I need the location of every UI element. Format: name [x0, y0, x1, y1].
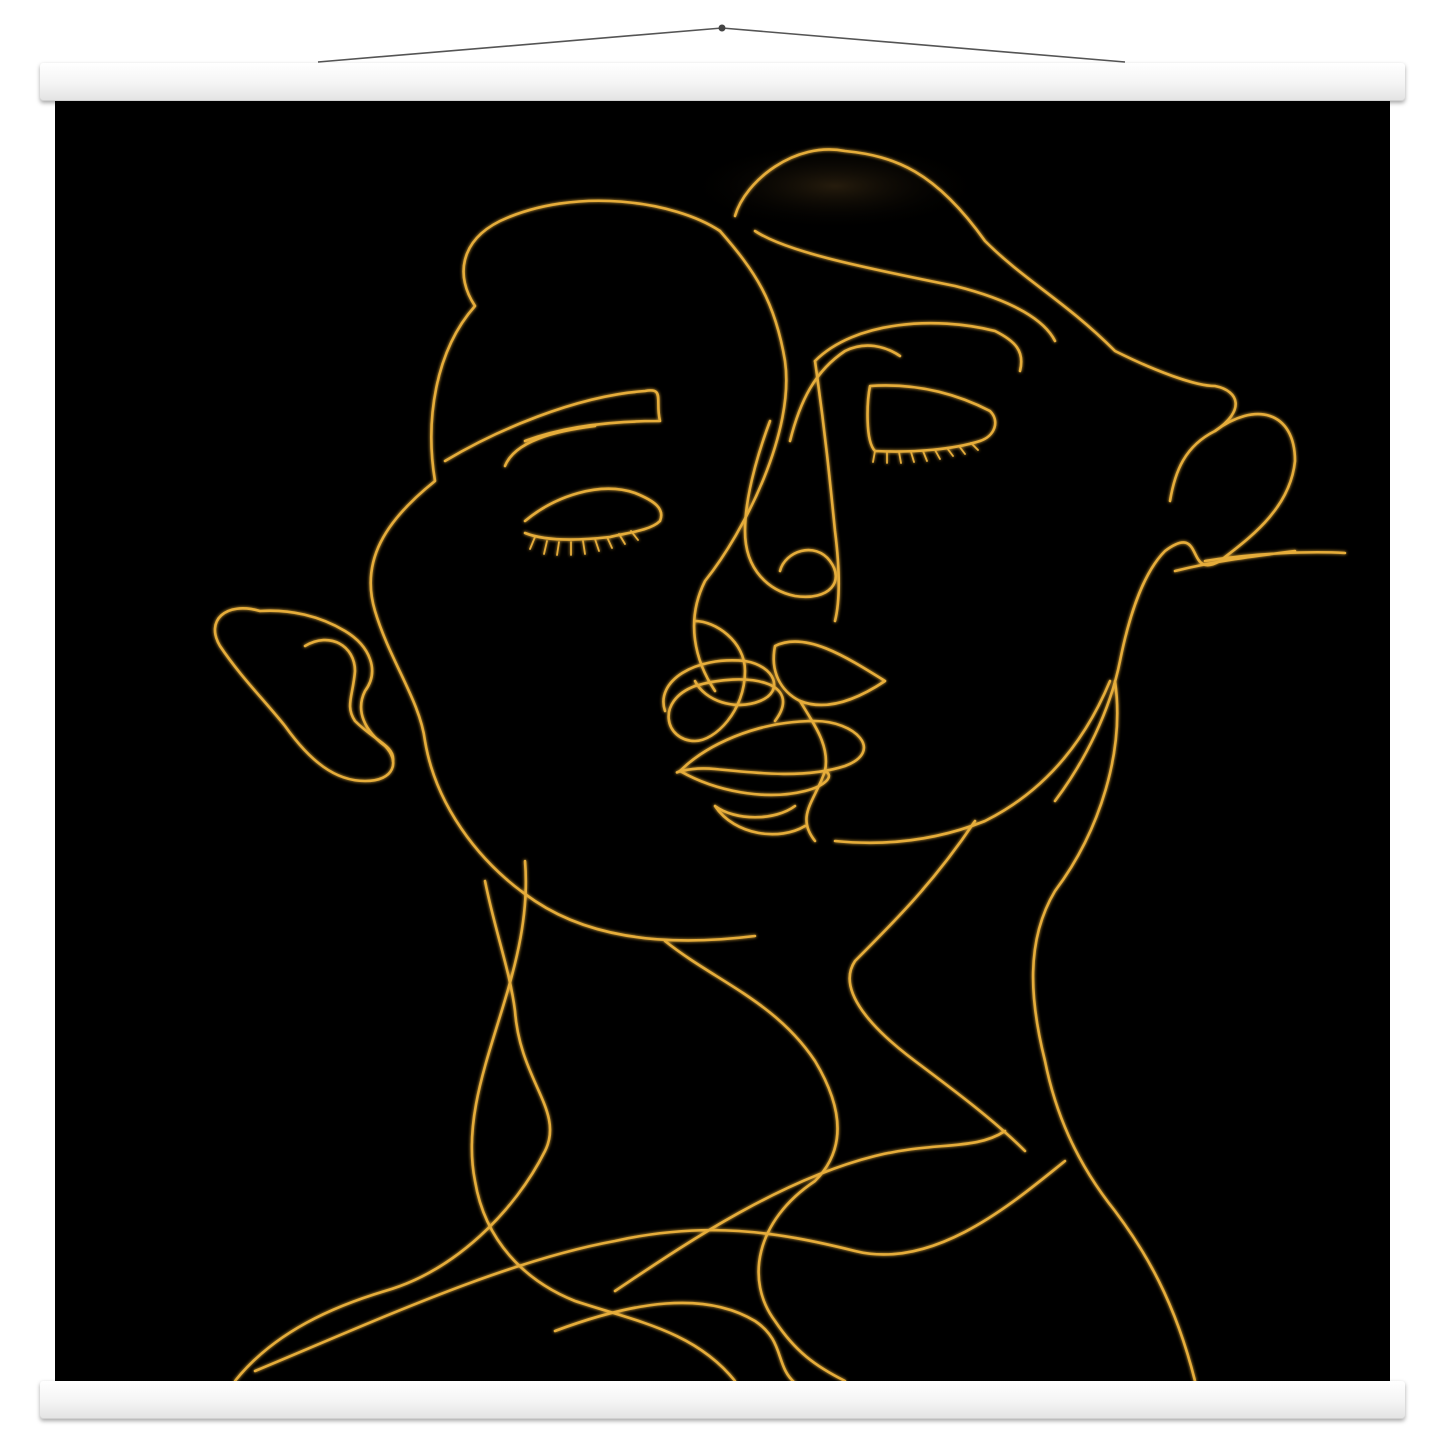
- crossing-line-3: [553, 1301, 797, 1383]
- right-back-head: [1053, 413, 1297, 803]
- left-eyelid: [523, 487, 663, 541]
- bottom-hanger-bar: [40, 1381, 1405, 1419]
- left-lower-lip: [678, 769, 831, 797]
- left-face-outline: [369, 199, 757, 942]
- left-nose: [662, 659, 776, 713]
- crossing-line-2: [613, 1129, 1007, 1293]
- left-chin: [713, 804, 807, 836]
- left-neck-right: [663, 939, 847, 1383]
- top-hanger-bar: [40, 63, 1405, 101]
- left-neck-left: [233, 879, 552, 1383]
- nose-tangle: [667, 619, 785, 743]
- right-nose: [743, 419, 837, 599]
- left-brow: [443, 389, 662, 463]
- right-neck: [848, 819, 1027, 1153]
- hanging-hook: [718, 24, 726, 32]
- poster-stage: [0, 0, 1445, 1445]
- line-art-illustration: [213, 141, 1347, 1383]
- right-back-shoulder: [1031, 679, 1197, 1383]
- right-eyelid: [866, 384, 997, 453]
- crossing-line-1: [253, 1159, 1067, 1373]
- right-face-outline: [813, 321, 1023, 373]
- hair-shadow: [685, 141, 985, 231]
- right-face-side: [788, 344, 902, 443]
- left-ear: [213, 607, 395, 783]
- right-jaw: [833, 679, 1112, 845]
- right-lips: [772, 640, 887, 707]
- left-lips: [675, 719, 866, 776]
- artwork-canvas: [55, 101, 1390, 1383]
